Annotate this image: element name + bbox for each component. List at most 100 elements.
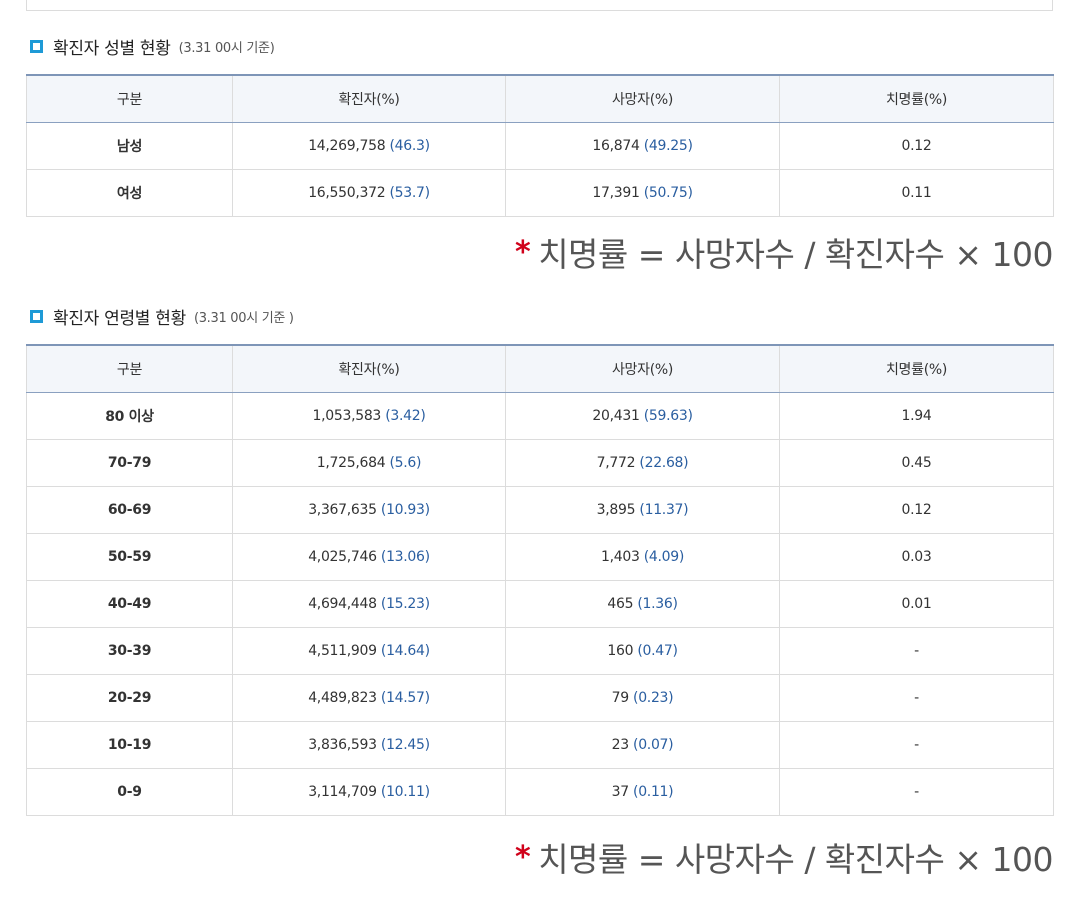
gender-title: 확진자 성별 현황 [53, 38, 171, 59]
deaths-cell: 23 (0.07) [505, 721, 780, 769]
row-label: 20-29 [26, 674, 233, 722]
header-cases: 확진자(%) [232, 74, 506, 123]
gender-table: 구분 확진자(%) 사망자(%) 치명률(%) 남성 14,269,758 (4… [26, 74, 1054, 217]
header-category: 구분 [26, 344, 233, 393]
row-label: 여성 [26, 169, 233, 217]
deaths-percent: (22.68) [639, 455, 689, 471]
cases-percent: (15.23) [380, 596, 430, 612]
fatality-rate-cell: - [779, 721, 1054, 769]
cases-cell: 3,367,635 (10.93) [232, 486, 506, 534]
row-label: 30-39 [26, 627, 233, 675]
deaths-percent: (50.75) [643, 185, 693, 201]
table-row: 80 이상 1,053,583 (3.42) 20,431 (59.63) 1.… [26, 392, 1054, 440]
header-deaths: 사망자(%) [505, 74, 780, 123]
table-row: 남성 14,269,758 (46.3) 16,874 (49.25) 0.12 [26, 122, 1054, 170]
table-row: 30-39 4,511,909 (14.64) 160 (0.47) - [26, 627, 1054, 675]
deaths-cell: 37 (0.11) [505, 768, 780, 816]
row-label: 남성 [26, 122, 233, 170]
fatality-rate-cell: 0.12 [779, 122, 1054, 170]
row-label: 40-49 [26, 580, 233, 628]
fatality-rate-cell: 0.45 [779, 439, 1054, 487]
deaths-value: 7,772 [596, 455, 636, 471]
table-header-row: 구분 확진자(%) 사망자(%) 치명률(%) [26, 74, 1054, 123]
formula-text: 치명률 = 사망자수 / 확진자수 × 100 [538, 235, 1053, 274]
cases-value: 3,836,593 [308, 737, 377, 753]
deaths-value: 23 [611, 737, 630, 753]
row-label: 70-79 [26, 439, 233, 487]
table-row: 0-9 3,114,709 (10.11) 37 (0.11) - [26, 768, 1054, 816]
deaths-value: 3,895 [596, 502, 636, 518]
deaths-percent: (49.25) [643, 138, 693, 154]
cases-cell: 14,269,758 (46.3) [232, 122, 506, 170]
cases-value: 16,550,372 [308, 185, 386, 201]
asterisk-icon: * [514, 234, 531, 270]
age-title: 확진자 연령별 현황 [53, 308, 186, 329]
previous-table-bottom-edge [26, 0, 1053, 11]
header-fatality-rate: 치명률(%) [779, 74, 1054, 123]
row-label: 10-19 [26, 721, 233, 769]
table-row: 70-79 1,725,684 (5.6) 7,772 (22.68) 0.45 [26, 439, 1054, 487]
cases-value: 14,269,758 [308, 138, 386, 154]
cases-value: 4,489,823 [308, 690, 377, 706]
cases-cell: 1,053,583 (3.42) [232, 392, 506, 440]
deaths-cell: 7,772 (22.68) [505, 439, 780, 487]
cases-percent: (13.06) [380, 549, 430, 565]
deaths-cell: 79 (0.23) [505, 674, 780, 722]
deaths-cell: 1,403 (4.09) [505, 533, 780, 581]
cases-percent: (10.11) [380, 784, 430, 800]
fatality-rate-cell: - [779, 627, 1054, 675]
deaths-value: 16,874 [592, 138, 640, 154]
age-section-title: 확진자 연령별 현황 (3.31 00시 기준 ) [30, 304, 294, 329]
asterisk-icon: * [514, 839, 531, 875]
gender-fatality-formula-note: * 치명률 = 사망자수 / 확진자수 × 100 [514, 228, 1054, 276]
cases-value: 1,725,684 [316, 455, 386, 471]
table-row: 20-29 4,489,823 (14.57) 79 (0.23) - [26, 674, 1054, 722]
deaths-cell: 16,874 (49.25) [505, 122, 780, 170]
table-row: 10-19 3,836,593 (12.45) 23 (0.07) - [26, 721, 1054, 769]
cases-cell: 3,114,709 (10.11) [232, 768, 506, 816]
fatality-rate-cell: - [779, 768, 1054, 816]
deaths-percent: (0.23) [633, 690, 674, 706]
row-label: 80 이상 [26, 392, 233, 440]
deaths-cell: 160 (0.47) [505, 627, 780, 675]
cases-value: 4,511,909 [308, 643, 377, 659]
age-fatality-formula-note: * 치명률 = 사망자수 / 확진자수 × 100 [514, 833, 1054, 881]
deaths-percent: (0.47) [637, 643, 678, 659]
deaths-percent: (0.07) [633, 737, 674, 753]
square-bullet-icon [30, 309, 43, 323]
fatality-rate-cell: 0.01 [779, 580, 1054, 628]
row-label: 0-9 [26, 768, 233, 816]
cases-cell: 4,489,823 (14.57) [232, 674, 506, 722]
cases-percent: (14.64) [380, 643, 430, 659]
header-cases: 확진자(%) [232, 344, 506, 393]
fatality-rate-cell: 0.11 [779, 169, 1054, 217]
age-subtitle: (3.31 00시 기준 ) [193, 310, 294, 326]
deaths-cell: 20,431 (59.63) [505, 392, 780, 440]
cases-cell: 1,725,684 (5.6) [232, 439, 506, 487]
gender-section-title: 확진자 성별 현황 (3.31 00시 기준) [30, 34, 275, 59]
table-header-row: 구분 확진자(%) 사망자(%) 치명률(%) [26, 344, 1054, 393]
fatality-rate-cell: 0.03 [779, 533, 1054, 581]
deaths-percent: (11.37) [639, 502, 689, 518]
table-row: 여성 16,550,372 (53.7) 17,391 (50.75) 0.11 [26, 169, 1054, 217]
age-table: 구분 확진자(%) 사망자(%) 치명률(%) 80 이상 1,053,583 … [26, 344, 1054, 816]
cases-percent: (14.57) [380, 690, 430, 706]
table-row: 50-59 4,025,746 (13.06) 1,403 (4.09) 0.0… [26, 533, 1054, 581]
table-row: 40-49 4,694,448 (15.23) 465 (1.36) 0.01 [26, 580, 1054, 628]
cases-percent: (5.6) [389, 455, 422, 471]
cases-cell: 16,550,372 (53.7) [232, 169, 506, 217]
deaths-value: 160 [607, 643, 634, 659]
cases-cell: 3,836,593 (12.45) [232, 721, 506, 769]
deaths-cell: 465 (1.36) [505, 580, 780, 628]
deaths-value: 17,391 [592, 185, 640, 201]
deaths-percent: (1.36) [637, 596, 678, 612]
fatality-rate-cell: 0.12 [779, 486, 1054, 534]
deaths-percent: (4.09) [643, 549, 685, 565]
fatality-rate-cell: 1.94 [779, 392, 1054, 440]
fatality-rate-cell: - [779, 674, 1054, 722]
cases-percent: (3.42) [385, 408, 426, 424]
gender-subtitle: (3.31 00시 기준) [178, 40, 275, 56]
deaths-value: 37 [611, 784, 630, 800]
row-label: 50-59 [26, 533, 233, 581]
square-bullet-icon [30, 39, 43, 53]
